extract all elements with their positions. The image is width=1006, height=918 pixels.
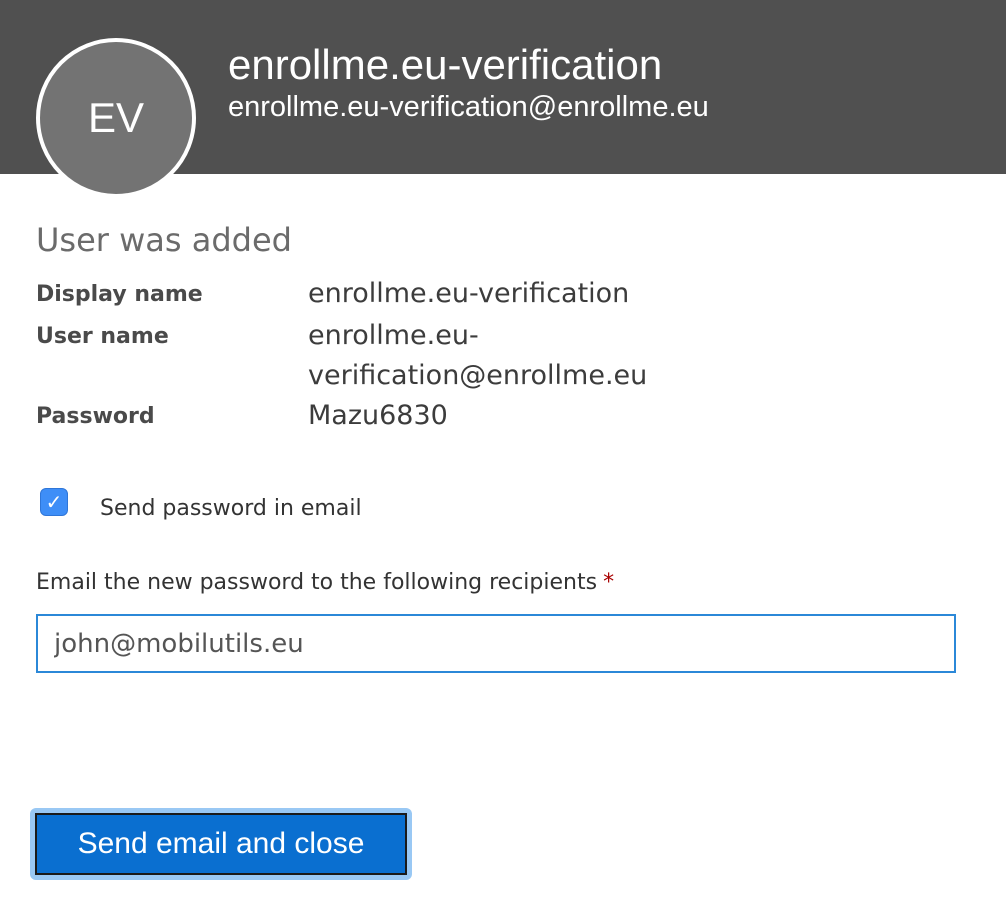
send-password-label: Send password in email (100, 496, 362, 521)
checkmark-icon: ✓ (45, 490, 63, 514)
send-password-checkbox[interactable]: ✓ (40, 488, 68, 516)
user-name-value: enrollme.eu-verification@enrollme.eu (308, 320, 648, 391)
display-name-value: enrollme.eu-verification (308, 278, 630, 309)
password-value: Mazu6830 (308, 400, 448, 431)
recipients-email-input[interactable] (36, 614, 956, 673)
header-display-name: enrollme.eu-verification (228, 41, 663, 88)
avatar-initials: EV (87, 94, 145, 141)
required-marker: * (603, 570, 615, 595)
display-name-label: Display name (36, 282, 203, 307)
status-title: User was added (36, 221, 292, 259)
send-email-and-close-button[interactable]: Send email and close (30, 808, 412, 880)
password-label: Password (36, 404, 155, 429)
recipients-label-text: Email the new password to the following … (36, 570, 598, 595)
send-button-label: Send email and close (35, 813, 407, 875)
user-name-label: User name (36, 324, 169, 349)
recipients-label: Email the new password to the following … (36, 568, 614, 598)
header-email: enrollme.eu-verification@enrollme.eu (228, 91, 709, 123)
avatar: EV (36, 38, 196, 198)
